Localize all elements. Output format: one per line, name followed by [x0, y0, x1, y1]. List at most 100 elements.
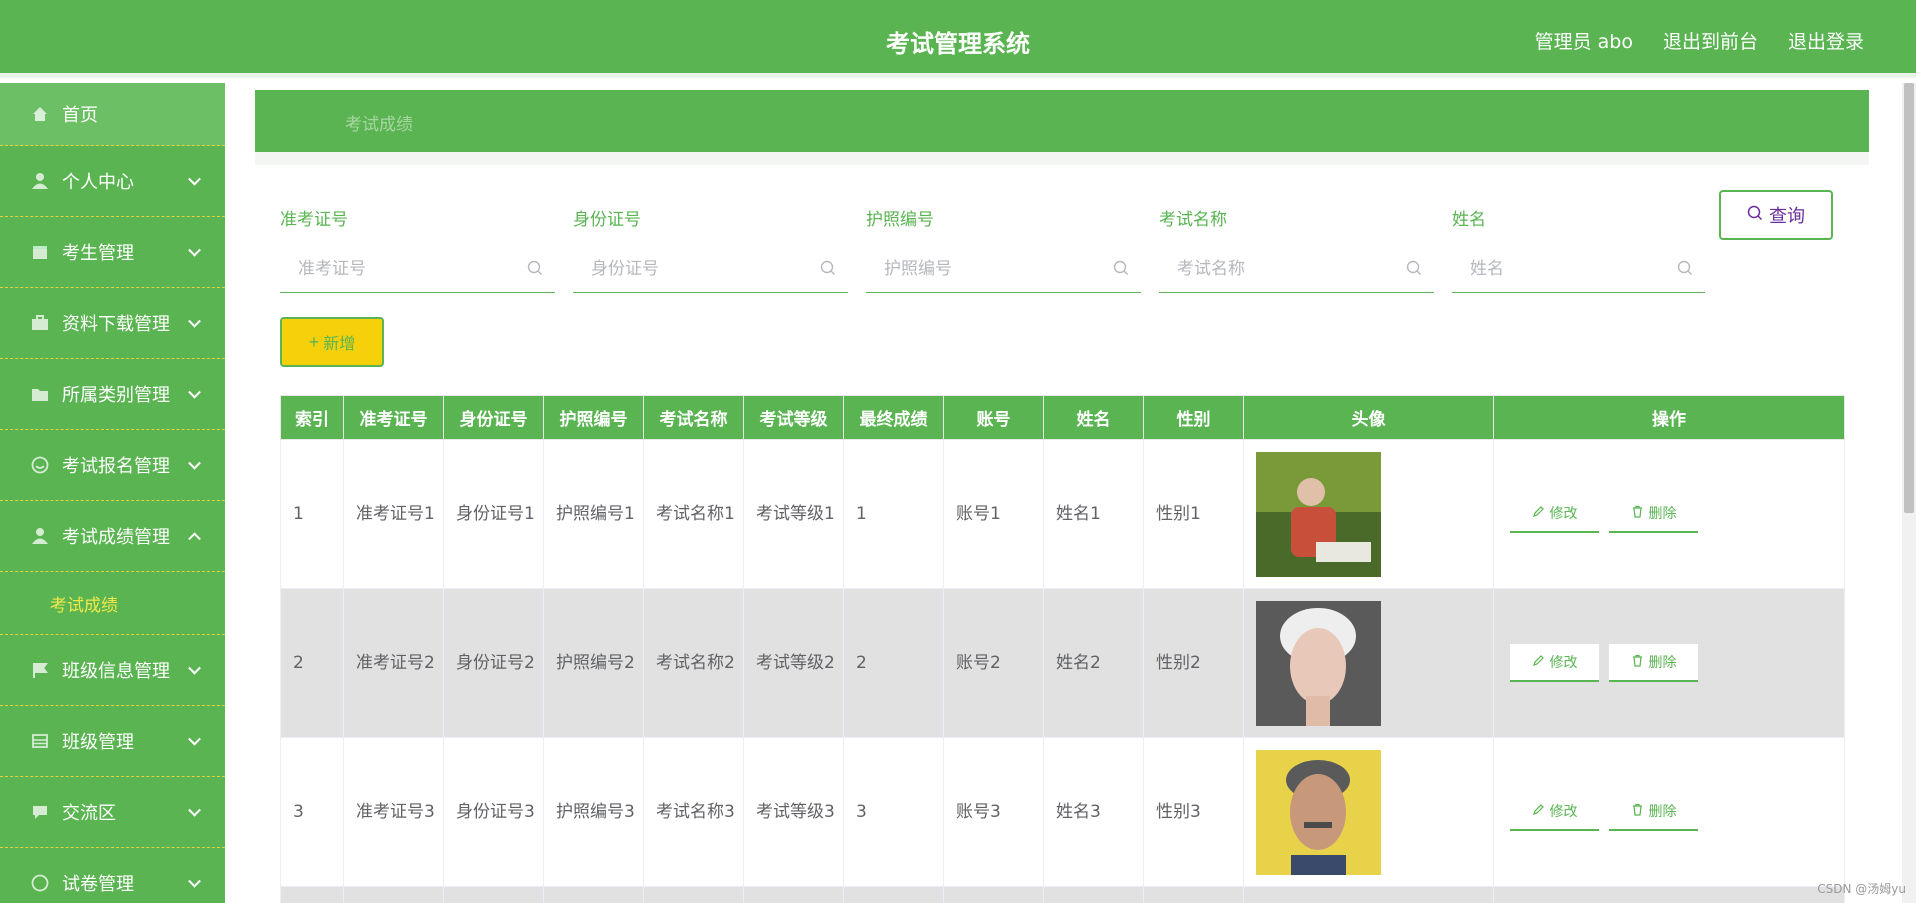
smile-icon: [30, 455, 50, 475]
delete-button[interactable]: 删除: [1609, 644, 1698, 682]
sidebar-item-paper-management[interactable]: 试卷管理: [0, 848, 225, 903]
cell-exam-no: 准考证号1: [343, 439, 444, 589]
cell-avatar: [1243, 737, 1494, 887]
add-button[interactable]: + 新增: [280, 317, 384, 367]
sidebar-item-registration[interactable]: 考试报名管理: [0, 430, 225, 501]
table-row[interactable]: 2 准考证号2 身份证号2 护照编号2 考试名称2 考试等级2 2 账号2 姓名…: [280, 588, 1845, 738]
sidebar-item-class-management[interactable]: 班级管理: [0, 706, 225, 777]
chevron-down-icon: [188, 172, 201, 186]
sidebar-item-forum[interactable]: 交流区: [0, 777, 225, 848]
home-icon: [30, 104, 50, 124]
sidebar-item-label: 试卷管理: [62, 874, 134, 895]
edit-icon: [1532, 803, 1545, 820]
edit-button-label: 修改: [1549, 655, 1578, 671]
edit-button-label: 修改: [1549, 804, 1578, 820]
chevron-down-icon: [188, 661, 201, 675]
cell-gender: 性别2: [1143, 588, 1244, 738]
col-header-gender[interactable]: 性别: [1143, 395, 1244, 440]
doc-icon: [30, 873, 50, 893]
sidebar-item-class-info[interactable]: 班级信息管理: [0, 635, 225, 706]
col-header-account[interactable]: 账号: [943, 395, 1044, 440]
logout-link[interactable]: 退出登录: [1788, 27, 1864, 54]
sidebar-item-label: 首页: [62, 105, 98, 126]
watermark: CSDN @汤姆yu: [1817, 882, 1906, 896]
avatar[interactable]: [1256, 600, 1381, 726]
delete-button[interactable]: 删除: [1609, 793, 1698, 831]
delete-button-label: 删除: [1648, 506, 1677, 522]
search-icon: [527, 260, 543, 280]
trash-icon: [1631, 803, 1644, 820]
cell-actions: 修改 删除: [1493, 737, 1845, 887]
sidebar-item-home[interactable]: 首页: [0, 83, 225, 146]
col-header-name[interactable]: 姓名: [1043, 395, 1144, 440]
col-header-level[interactable]: 考试等级: [743, 395, 844, 440]
cell-exam-name: 考试名称3: [643, 737, 744, 887]
folder-icon: [30, 384, 50, 404]
col-header-index[interactable]: 索引: [280, 395, 344, 440]
sidebar-item-label: 个人中心: [62, 172, 134, 193]
sidebar-item-personal-center[interactable]: 个人中心: [0, 146, 225, 217]
edit-button[interactable]: 修改: [1510, 495, 1599, 533]
exam-name-input[interactable]: [1159, 247, 1434, 291]
col-header-exam-name[interactable]: 考试名称: [643, 395, 744, 440]
chevron-down-icon: [188, 456, 201, 470]
avatar[interactable]: [1256, 749, 1381, 875]
plus-icon: +: [308, 331, 320, 352]
table-row[interactable]: [280, 886, 1845, 903]
chevron-down-icon: [188, 803, 201, 817]
table-row[interactable]: 1 准考证号1 身份证号1 护照编号1 考试名称1 考试等级1 1 账号1 姓名…: [280, 439, 1845, 589]
cell-gender: 性别3: [1143, 737, 1244, 887]
sidebar-item-label: 考生管理: [62, 243, 134, 264]
divider: [255, 152, 1869, 165]
edit-button-label: 修改: [1549, 506, 1578, 522]
sidebar-item-label: 班级管理: [62, 732, 134, 753]
field-label: 考试名称: [1159, 210, 1227, 230]
scores-table: 索引 准考证号 身份证号 护照编号 考试名称 考试等级 最终成绩 账号 姓名 性…: [280, 395, 1845, 903]
chevron-down-icon: [188, 385, 201, 399]
cell-account: 账号3: [943, 737, 1044, 887]
cell-passport: 护照编号3: [543, 737, 644, 887]
table-row[interactable]: 3 准考证号3 身份证号3 护照编号3 考试名称3 考试等级3 3 账号3 姓名…: [280, 737, 1845, 887]
edit-button[interactable]: 修改: [1510, 644, 1599, 682]
search-icon: [1113, 260, 1129, 280]
calendar-icon: [30, 242, 50, 262]
col-header-avatar[interactable]: 头像: [1243, 395, 1494, 440]
query-button[interactable]: 查询: [1719, 190, 1833, 240]
chevron-up-icon: [188, 532, 201, 546]
cell-name: 姓名1: [1043, 439, 1144, 589]
sidebar-item-score-management[interactable]: 考试成绩管理: [0, 501, 225, 572]
cell-index: 1: [280, 439, 344, 589]
col-header-passport[interactable]: 护照编号: [543, 395, 644, 440]
cell-passport: 护照编号2: [543, 588, 644, 738]
sidebar-item-category[interactable]: 所属类别管理: [0, 359, 225, 430]
delete-button[interactable]: 删除: [1609, 495, 1698, 533]
edit-button[interactable]: 修改: [1510, 793, 1599, 831]
sidebar-subitem-exam-scores[interactable]: 考试成绩: [0, 572, 225, 635]
col-header-actions[interactable]: 操作: [1493, 395, 1845, 440]
exam-no-input[interactable]: [280, 247, 555, 291]
delete-button-label: 删除: [1648, 655, 1677, 671]
scrollbar[interactable]: [1902, 83, 1916, 903]
cell-name: 姓名2: [1043, 588, 1144, 738]
avatar[interactable]: [1256, 451, 1381, 577]
col-header-score[interactable]: 最终成绩: [843, 395, 944, 440]
sidebar-item-candidate-management[interactable]: 考生管理: [0, 217, 225, 288]
cell-name: 姓名3: [1043, 737, 1144, 887]
passport-input[interactable]: [866, 247, 1141, 291]
scrollbar-thumb[interactable]: [1904, 83, 1914, 513]
sidebar-item-downloads[interactable]: 资料下载管理: [0, 288, 225, 359]
table-icon: [30, 731, 50, 751]
col-header-id-no[interactable]: 身份证号: [443, 395, 544, 440]
cell-passport: 护照编号1: [543, 439, 644, 589]
name-input[interactable]: [1452, 247, 1705, 291]
chevron-down-icon: [188, 314, 201, 328]
cell-actions: 修改 删除: [1493, 439, 1845, 589]
exit-to-frontend-link[interactable]: 退出到前台: [1663, 27, 1758, 54]
col-header-exam-no[interactable]: 准考证号: [343, 395, 444, 440]
cell-index: 2: [280, 588, 344, 738]
breadcrumb[interactable]: 考试成绩: [345, 110, 413, 135]
id-no-input[interactable]: [573, 247, 848, 291]
field-label: 身份证号: [573, 210, 641, 230]
admin-user-label[interactable]: 管理员 abo: [1535, 27, 1633, 54]
search-field-exam-name: 考试名称: [1159, 205, 1434, 293]
